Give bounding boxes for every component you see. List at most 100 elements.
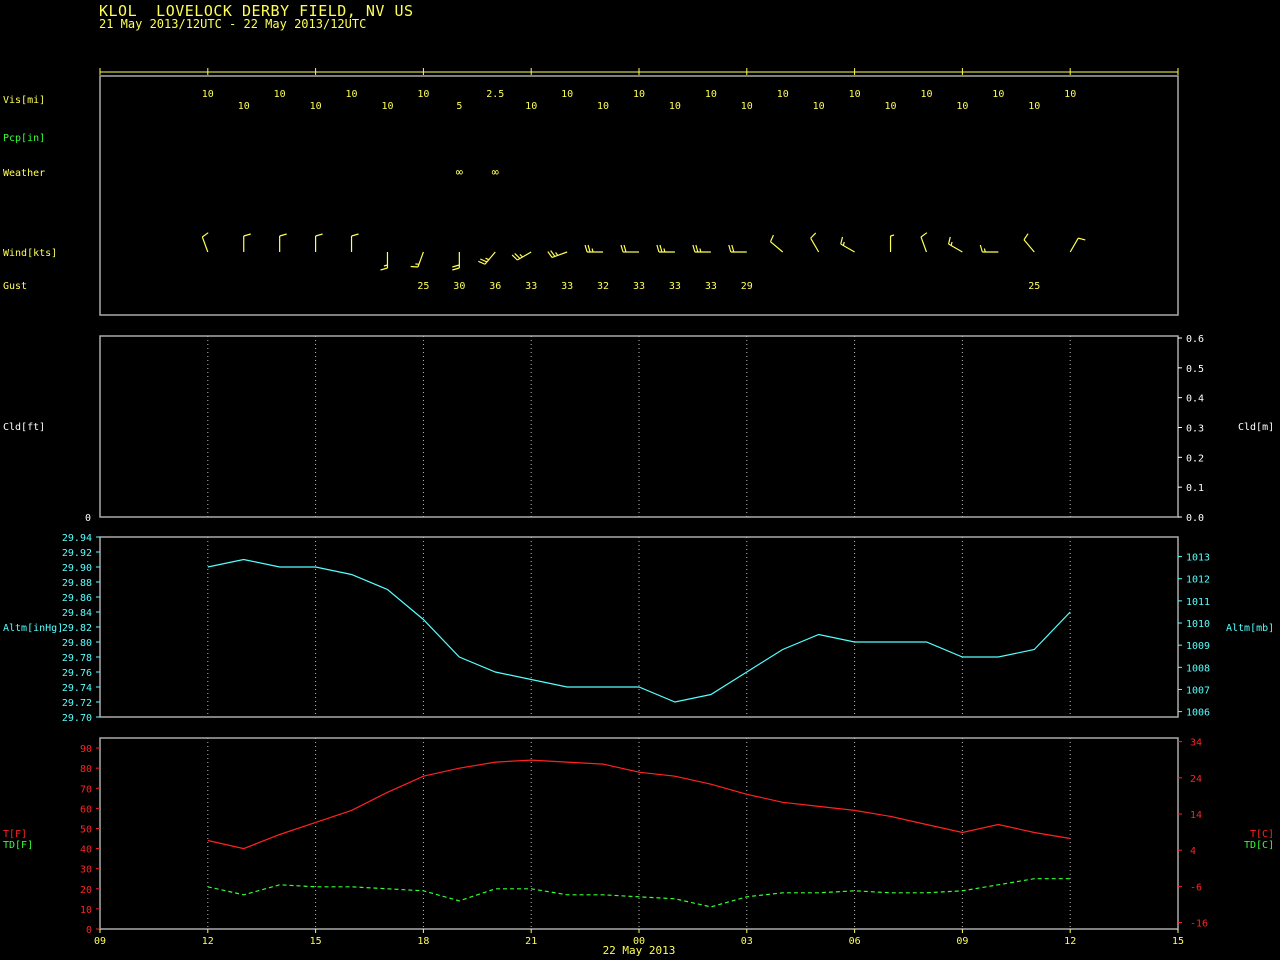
wind-barb-full [584,244,588,253]
vis-value: 2.5 [486,89,504,100]
altm-right-tick-label: 1013 [1186,553,1210,564]
wind-barb [920,232,928,253]
altm-right-axis-label: Altm[mb] [1226,623,1274,634]
wind-barb [201,232,209,253]
altm-left-tick-label: 29.78 [62,653,92,664]
temp-right-axis-label-t: T[C] [1250,829,1274,840]
vis-value: 10 [346,89,358,100]
row-label-pcp: Pcp[in] [3,133,45,144]
row-label-gust: Gust [3,281,27,292]
meteogram-chart: Vis[mi]Pcp[in]WeatherWind[kts]Gust101010… [3,68,1274,957]
gust-value: 33 [561,281,573,292]
wind-barb-full [351,233,359,237]
cloud-right-tick-label: 0.3 [1186,424,1204,435]
temp-left-tick-label: 60 [80,804,92,815]
wind-barb-full [1023,233,1029,241]
wind-barb-full [728,244,732,253]
wind-barb [979,244,999,253]
temp-left-tick-label: 80 [80,764,92,775]
wind-barb-staff [1023,239,1035,253]
altm-left-tick-label: 29.80 [62,638,92,649]
altm-left-tick-label: 29.82 [62,623,92,634]
row-label-vis: Vis[mi] [3,95,45,106]
vis-value: 10 [597,101,609,112]
cloud-right-tick-label: 0.2 [1186,453,1204,464]
altm-left-tick-label: 29.70 [62,713,92,724]
wind-barb [511,251,532,261]
temp-left-tick-label: 70 [80,784,92,795]
temp-right-tick-label: -16 [1190,919,1208,930]
altm-right-tick-label: 1008 [1186,663,1210,674]
cloud-right-tick-label: 0.5 [1186,364,1204,375]
wind-barb [478,251,496,265]
altm-left-tick-label: 29.92 [62,548,92,559]
vis-value: 10 [1064,89,1076,100]
x-tick-label: 09 [956,936,968,947]
temp-right-tick-label: -6 [1190,882,1202,893]
temp-left-axis-label-td: TD[F] [3,840,33,851]
wind-barb-full [452,267,460,271]
vis-value: 10 [813,101,825,112]
wind-barb [620,244,639,253]
temp-right-tick-label: 14 [1190,810,1202,821]
gust-value: 33 [633,281,645,292]
temp-left-tick-label: 0 [86,925,92,936]
altm-left-axis-label: Altm[inHg] [3,623,63,634]
wind-barb-full [452,264,460,268]
vis-value: 10 [633,89,645,100]
wind-barb [452,252,460,271]
wind-barb-full [623,244,627,253]
cloud-left-axis-label: Cld[ft] [3,422,45,433]
cloud-right-tick-label: 0.4 [1186,394,1204,405]
altm-right-tick-label: 1011 [1186,597,1210,608]
wind-barb-full [769,234,774,242]
wind-barb [380,252,389,271]
temp-left-axis-label-t: T[F] [3,829,27,840]
cloud-right-tick-label: 0.6 [1186,334,1204,345]
vis-value: 10 [561,89,573,100]
row-label-weather: Weather [3,168,45,179]
temp-left-tick-label: 50 [80,824,92,835]
wind-barb-half [950,241,953,246]
gust-value: 25 [1028,281,1040,292]
temperature-line [207,759,1071,850]
cloud-right-tick-label: 0.1 [1186,483,1204,494]
vis-value: 10 [525,101,537,112]
vis-value: 10 [274,89,286,100]
temp-left-tick-label: 30 [80,865,92,876]
wind-barb-half [842,241,845,246]
wind-barb [279,233,287,252]
wind-barb [656,244,675,253]
wind-barb [889,234,895,252]
wind-barb [315,233,323,252]
temp-left-tick-label: 10 [80,905,92,916]
x-tick-label: 12 [202,936,214,947]
altm-left-tick-label: 29.90 [62,563,92,574]
wind-barb-full [947,236,951,245]
temp-right-tick-label: 24 [1190,774,1202,785]
temp-left-tick-label: 90 [80,744,92,755]
vis-value: 10 [1028,101,1040,112]
vis-value: 10 [202,89,214,100]
wind-barb-full [201,232,209,238]
temp-left-tick-label: 20 [80,885,92,896]
x-tick-label: 18 [417,936,429,947]
x-tick-label: 15 [1172,936,1184,947]
wind-barb [728,244,747,253]
wind-barb-full [620,244,624,253]
wind-barb-full [587,244,591,253]
wind-barb [810,232,820,253]
wind-barb-full [380,267,388,271]
vis-value: 10 [238,101,250,112]
weather-symbol: ∞ [456,165,463,179]
surface-obs-panel: Vis[mi] Pcp[in] Weather Wind[kts] Gust 10 10 10… [3,68,1179,292]
wind-barb-full [692,244,696,253]
vis-value: 10 [705,89,717,100]
wind-barb-half [555,252,559,256]
wind-barb-full [410,265,418,268]
wind-barb-full [695,244,699,253]
cloud-right-axis-label: Cld[m] [1238,422,1274,433]
wind-barb-half [485,257,490,261]
wind-barb-full [979,244,983,253]
altm-right-tick-label: 1009 [1186,641,1210,652]
